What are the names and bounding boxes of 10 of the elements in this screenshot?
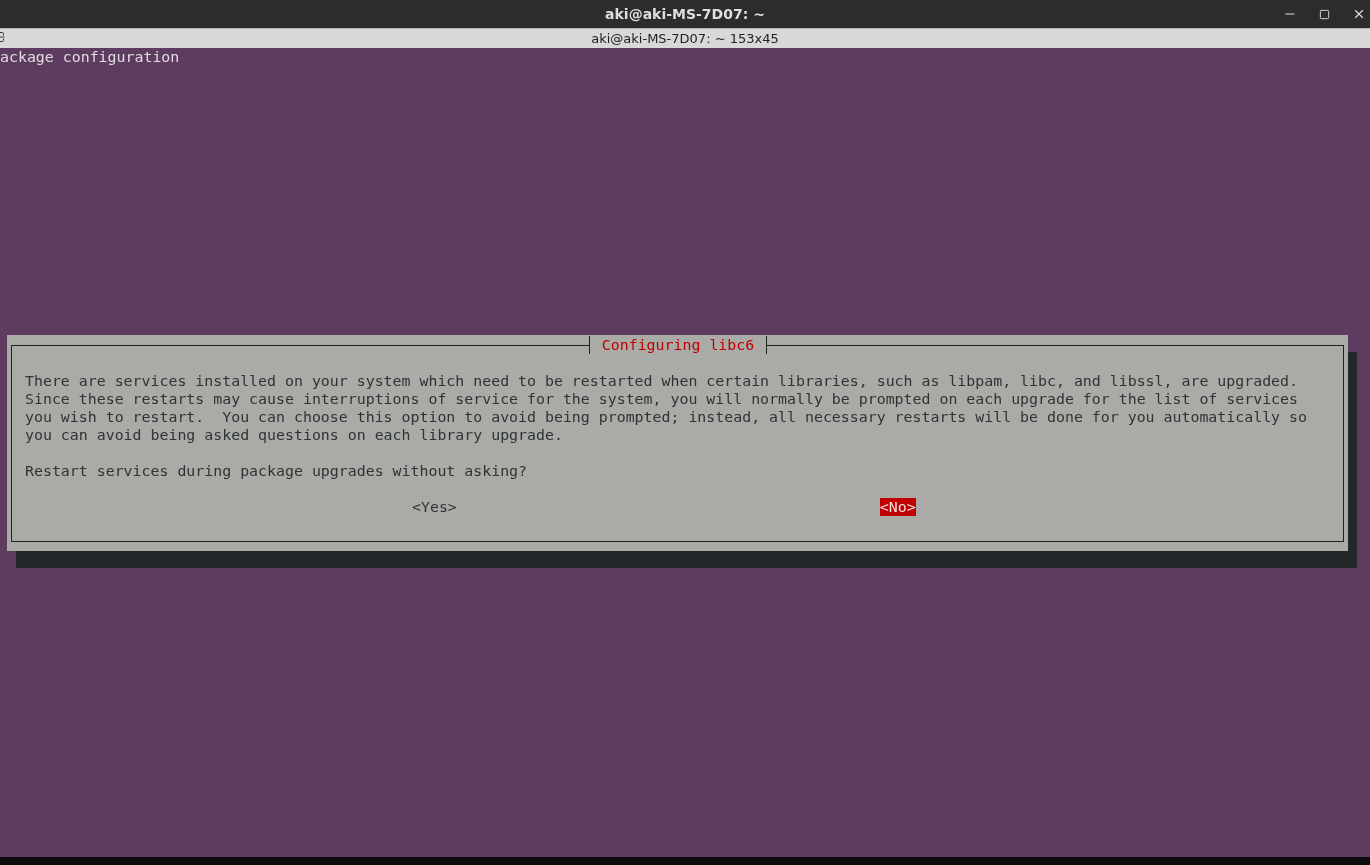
close-icon[interactable] [1352,7,1366,21]
tab-title: aki@aki-MS-7D07: ~ 153x45 [591,31,779,46]
terminal-line: ackage configuration [0,48,181,66]
dialog-message: There are services installed on your system which need to be restarted when certain libraries, such as libpam, libc, and libssl, are upgraded. Since these restarts may cause interruptions of service for the system, you will normally be prompted on each upgrade for the list of services you wish to restart. You can choose this option to avoid being prompted; instead, all necessary restarts will be done for you automatically so you can avoid being asked questions on each library upgrade. [25,372,1308,444]
maximize-icon[interactable] [1319,8,1330,20]
dialog-option[interactable]: <No> [879,498,916,516]
dialog-question: Restart services during package upgrades without asking? [25,462,529,480]
dialog-title: Configuring libc6 [588,336,768,354]
dialog-option[interactable]: <Yes> [412,498,457,516]
window-title: aki@aki-MS-7D07: ~ [605,6,765,22]
